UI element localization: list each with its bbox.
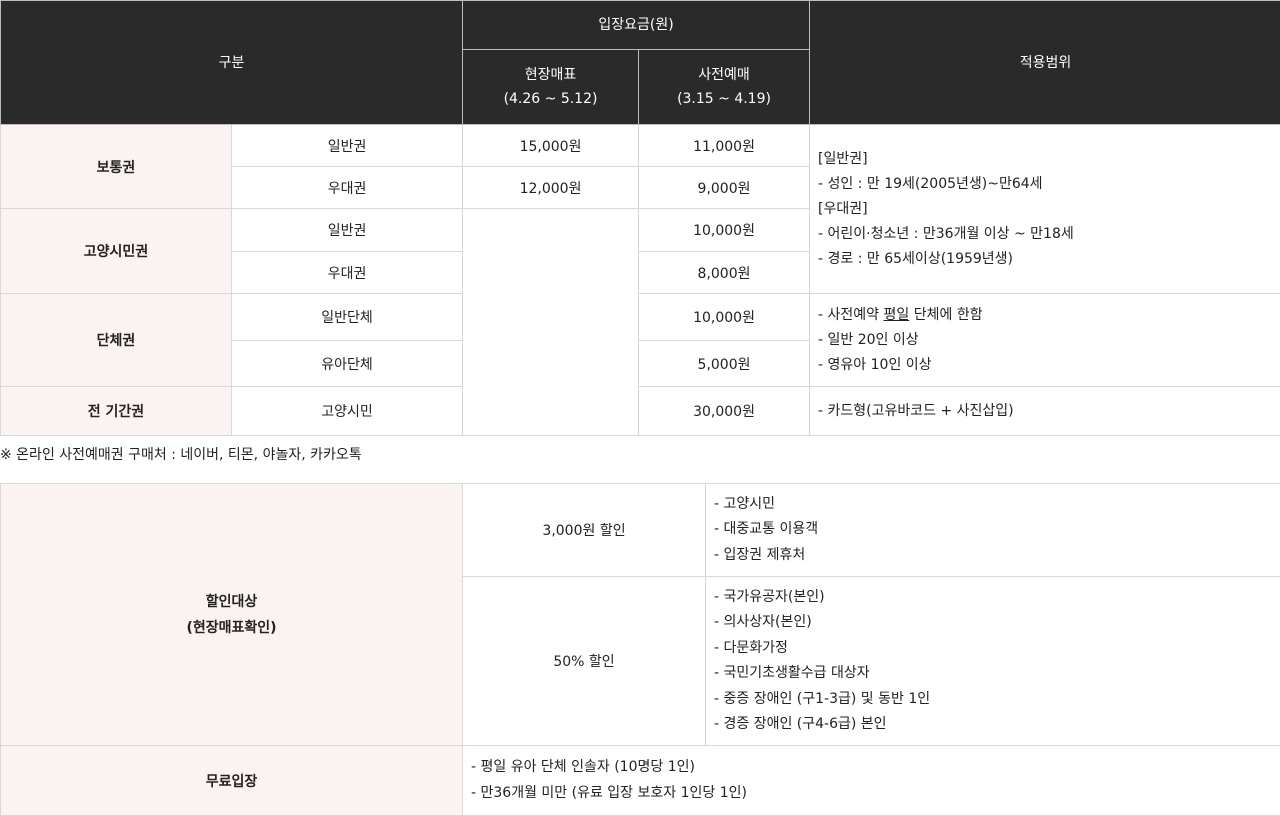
onsite-empty-cell bbox=[463, 209, 639, 436]
ticket-type: 우대권 bbox=[232, 167, 463, 209]
discount-target: - 경증 장애인 (구4-6급) 본인 bbox=[714, 712, 1280, 738]
ticket-type: 우대권 bbox=[232, 252, 463, 294]
scope-general-line: - 경로 : 만 65세이상(1959년생) bbox=[818, 247, 1280, 272]
ticket-type: 유아단체 bbox=[232, 341, 463, 387]
discount-target: - 의사상자(본인) bbox=[714, 610, 1280, 636]
presale-title: 사전예매 bbox=[639, 63, 809, 87]
discount-target: - 국민기초생활수급 대상자 bbox=[714, 661, 1280, 687]
group-season-pass: 전 기간권 bbox=[1, 387, 232, 436]
discount-targets: - 국가유공자(본인) - 의사상자(본인) - 다문화가정 - 국민기초생활수… bbox=[706, 577, 1280, 746]
discount-label: 할인대상 (현장매표확인) bbox=[1, 484, 463, 746]
discount-targets: - 고양시민 - 대중교통 이용객 - 입장권 제휴처 bbox=[706, 484, 1280, 577]
ticket-type: 일반권 bbox=[232, 125, 463, 167]
scope-general-line: - 어린이·청소년 : 만36개월 이상 ~ 만18세 bbox=[818, 222, 1280, 247]
scope-general: [일반권] - 성인 : 만 19세(2005년생)~만64세 [우대권] - … bbox=[810, 125, 1280, 294]
onsite-price: 12,000원 bbox=[463, 167, 639, 209]
discount-amount: 50% 할인 bbox=[463, 577, 706, 746]
purchase-note: ※ 온라인 사전예매권 구매처 : 네이버, 티몬, 야놀자, 카카오톡 bbox=[0, 444, 362, 464]
onsite-price: 15,000원 bbox=[463, 125, 639, 167]
discount-target: - 국가유공자(본인) bbox=[714, 585, 1280, 611]
scope-group-line: - 일반 20인 이상 bbox=[818, 328, 1280, 353]
discount-label-title: 할인대상 bbox=[1, 589, 462, 615]
header-category: 구분 bbox=[1, 1, 463, 125]
header-admission-fee: 입장요금(원) bbox=[463, 1, 810, 50]
scope-season: - 카드형(고유바코드 + 사진삽입) bbox=[810, 387, 1280, 436]
onsite-title: 현장매표 bbox=[463, 63, 638, 87]
free-target: - 평일 유아 단체 인솔자 (10명당 1인) bbox=[471, 755, 1280, 781]
header-scope: 적용범위 bbox=[810, 1, 1280, 125]
presale-price: 8,000원 bbox=[639, 252, 810, 294]
presale-price: 30,000원 bbox=[639, 387, 810, 436]
ticket-type: 일반단체 bbox=[232, 294, 463, 341]
scope-group-line: - 영유아 10인 이상 bbox=[818, 353, 1280, 378]
scope-group-line: - 사전예약 평일 단체에 한함 bbox=[818, 303, 1280, 328]
free-admission-targets: - 평일 유아 단체 인솔자 (10명당 1인) - 만36개월 미만 (유료 … bbox=[463, 746, 1280, 816]
discount-target: - 중증 장애인 (구1-3급) 및 동반 1인 bbox=[714, 687, 1280, 713]
ticket-type: 고양시민 bbox=[232, 387, 463, 436]
group-citizen: 고양시민권 bbox=[1, 209, 232, 294]
free-admission-label: 무료입장 bbox=[1, 746, 463, 816]
discount-target: - 다문화가정 bbox=[714, 636, 1280, 662]
scope-group: - 사전예약 평일 단체에 한함 - 일반 20인 이상 - 영유아 10인 이… bbox=[810, 294, 1280, 387]
group-regular: 보통권 bbox=[1, 125, 232, 209]
presale-period: (3.15 ~ 4.19) bbox=[639, 87, 809, 111]
header-presale: 사전예매 (3.15 ~ 4.19) bbox=[639, 50, 810, 125]
discount-table: 할인대상 (현장매표확인) 3,000원 할인 - 고양시민 - 대중교통 이용… bbox=[0, 483, 1280, 816]
admission-fee-table: 구분 입장요금(원) 적용범위 현장매표 (4.26 ~ 5.12) 사전예매 … bbox=[0, 0, 1280, 436]
presale-price: 5,000원 bbox=[639, 341, 810, 387]
presale-price: 11,000원 bbox=[639, 125, 810, 167]
presale-price: 10,000원 bbox=[639, 294, 810, 341]
ticket-type: 일반권 bbox=[232, 209, 463, 252]
group-group-ticket: 단체권 bbox=[1, 294, 232, 387]
discount-label-sub: (현장매표확인) bbox=[1, 615, 462, 641]
presale-price: 9,000원 bbox=[639, 167, 810, 209]
header-onsite: 현장매표 (4.26 ~ 5.12) bbox=[463, 50, 639, 125]
presale-price: 10,000원 bbox=[639, 209, 810, 252]
scope-general-line: - 성인 : 만 19세(2005년생)~만64세 bbox=[818, 172, 1280, 197]
scope-general-heading: [우대권] bbox=[818, 197, 1280, 222]
free-target: - 만36개월 미만 (유료 입장 보호자 1인당 1인) bbox=[471, 781, 1280, 807]
discount-amount: 3,000원 할인 bbox=[463, 484, 706, 577]
onsite-period: (4.26 ~ 5.12) bbox=[463, 87, 638, 111]
discount-target: - 입장권 제휴처 bbox=[714, 543, 1280, 569]
discount-target: - 대중교통 이용객 bbox=[714, 517, 1280, 543]
discount-target: - 고양시민 bbox=[714, 492, 1280, 518]
scope-general-heading: [일반권] bbox=[818, 147, 1280, 172]
